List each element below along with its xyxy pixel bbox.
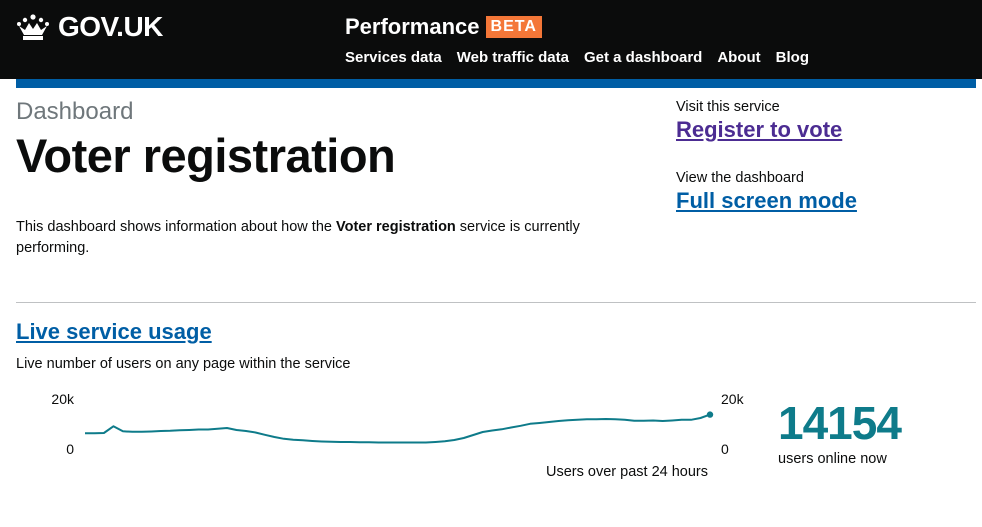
crown-icon xyxy=(17,14,49,40)
y-tick-right-bottom: 0 xyxy=(721,441,729,457)
beta-badge: BETA xyxy=(485,16,542,38)
header-blue-bar xyxy=(16,79,976,88)
nav-web-traffic-data[interactable]: Web traffic data xyxy=(457,48,569,68)
full-screen-mode-link[interactable]: Full screen mode xyxy=(676,187,976,215)
govuk-logo-link[interactable]: GOV.UK xyxy=(16,11,163,43)
live-usage-sparkline: 20k 0 20k 0 Users over past 24 hours xyxy=(51,391,745,480)
users-online-value: 14154 xyxy=(778,397,902,449)
dashboard-label: Dashboard xyxy=(16,98,134,125)
live-usage-chart: 20k 0 20k 0 Users over past 24 hours xyxy=(40,388,760,484)
live-service-usage-link[interactable]: Live service usage xyxy=(16,318,212,346)
nav-get-a-dashboard[interactable]: Get a dashboard xyxy=(584,48,702,68)
chart-caption: Users over past 24 hours xyxy=(546,464,708,480)
product-name[interactable]: Performance xyxy=(345,13,480,41)
y-tick-left-top: 20k xyxy=(51,391,75,407)
y-tick-right-top: 20k xyxy=(721,391,745,407)
series-end-point xyxy=(706,411,714,418)
module-description: Live number of users on any page within … xyxy=(16,356,351,372)
section-divider xyxy=(16,302,976,303)
view-dashboard-label: View the dashboard xyxy=(676,170,804,186)
page-title: Voter registration xyxy=(16,129,396,182)
current-users-stat: 14154 users online now xyxy=(778,396,902,468)
intro-description: This dashboard shows information about h… xyxy=(16,217,656,259)
nav-about[interactable]: About xyxy=(717,48,760,68)
nav-services-data[interactable]: Services data xyxy=(345,48,442,68)
series-line xyxy=(85,413,711,444)
logo-text: GOV.UK xyxy=(58,11,163,42)
intro-text-before: This dashboard shows information about h… xyxy=(16,219,336,235)
register-to-vote-link[interactable]: Register to vote xyxy=(676,116,976,144)
product-title: Performance BETA xyxy=(345,13,542,41)
visit-service-label: Visit this service xyxy=(676,99,780,115)
intro-service-name: Voter registration xyxy=(336,219,456,235)
related-links: Visit this service Register to vote View… xyxy=(676,98,976,215)
main-nav: Services data Web traffic data Get a das… xyxy=(345,48,809,68)
site-header: GOV.UK Performance BETA Services data We… xyxy=(0,0,982,79)
y-tick-left-bottom: 0 xyxy=(66,441,74,457)
users-online-label: users online now xyxy=(778,451,887,467)
nav-blog[interactable]: Blog xyxy=(776,48,809,68)
